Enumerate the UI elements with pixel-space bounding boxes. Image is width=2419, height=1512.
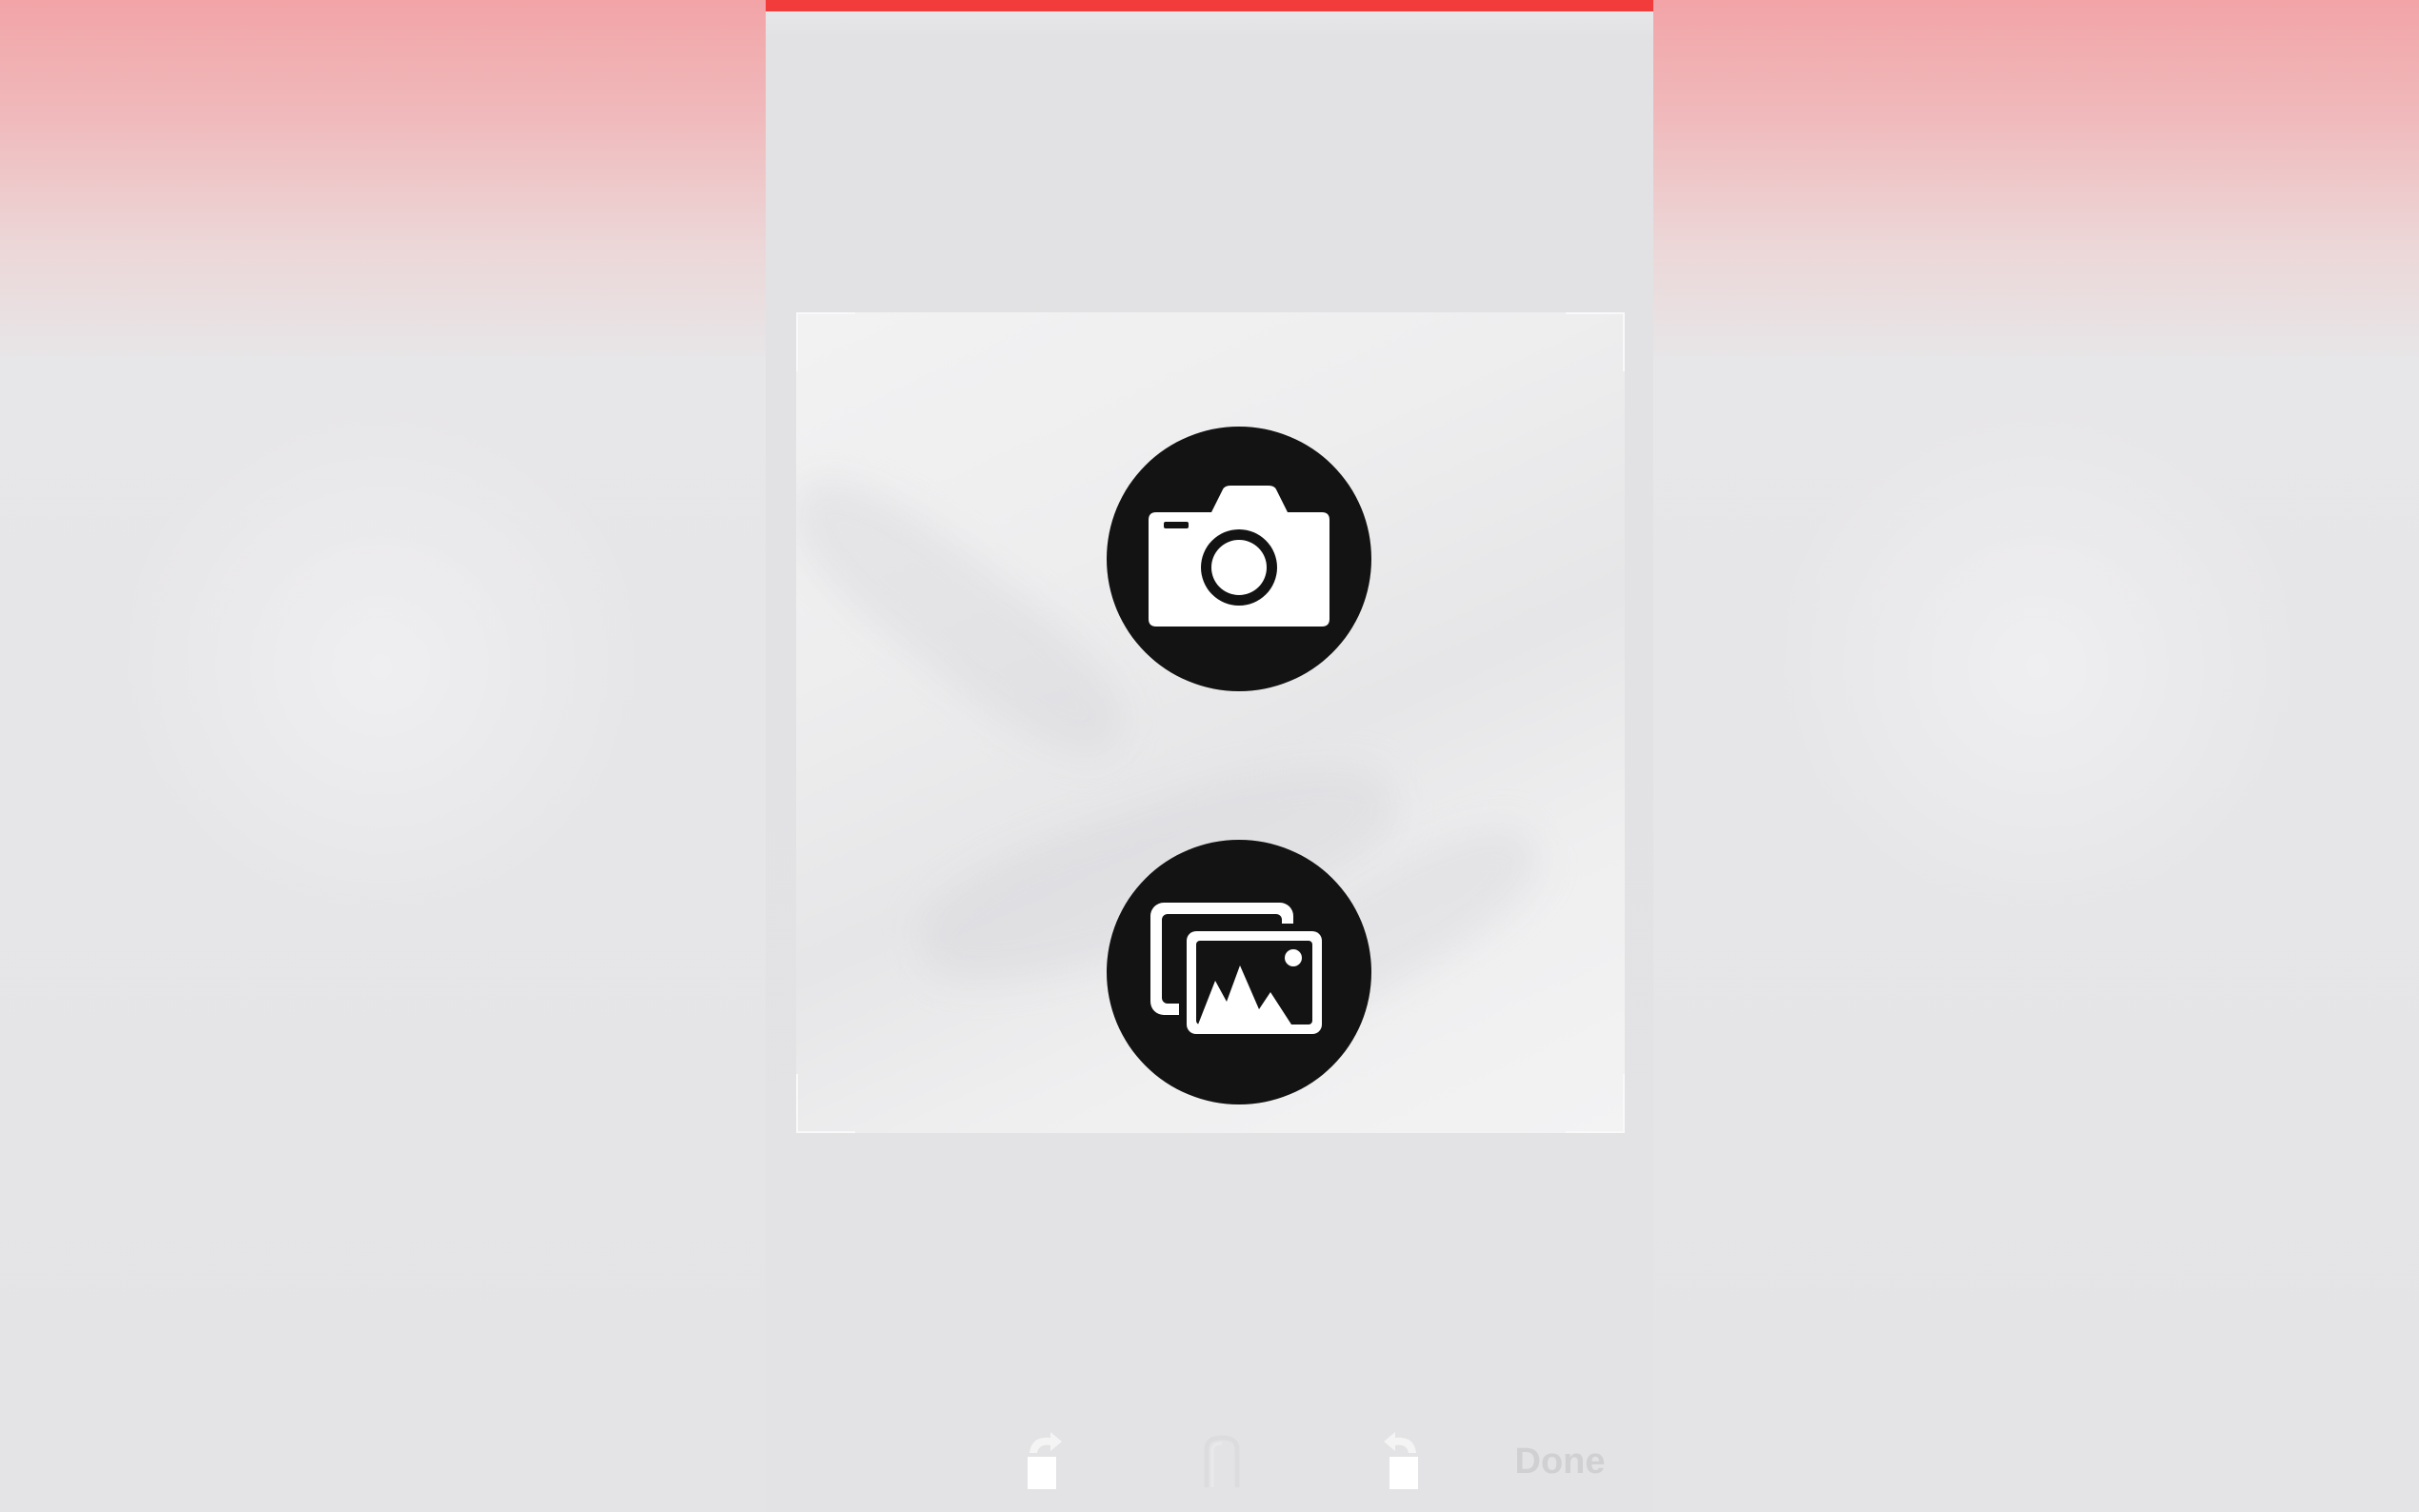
bottom-toolbar: Done xyxy=(766,1419,1653,1504)
photo-texture xyxy=(796,448,1151,786)
rotate-left-button[interactable] xyxy=(1013,1419,1080,1504)
background-glow-left xyxy=(114,400,648,933)
camera-icon xyxy=(1149,486,1329,627)
reset-button[interactable] xyxy=(1189,1419,1255,1504)
gallery-button[interactable] xyxy=(1107,840,1371,1104)
crop-handle-top-right[interactable] xyxy=(1566,312,1625,371)
rotate-right-button[interactable] xyxy=(1366,1419,1432,1504)
crop-handle-bottom-right[interactable] xyxy=(1566,1074,1625,1133)
rotate-right-icon xyxy=(1384,1432,1418,1489)
done-button[interactable]: Done xyxy=(1493,1419,1627,1504)
rotate-left-icon xyxy=(1028,1432,1062,1489)
camera-button[interactable] xyxy=(1107,427,1371,691)
crop-handle-top-left[interactable] xyxy=(796,312,855,371)
app-screen: Done xyxy=(766,0,1653,1512)
done-label: Done xyxy=(1514,1441,1606,1482)
crop-handle-bottom-left[interactable] xyxy=(796,1074,855,1133)
crop-area[interactable] xyxy=(796,312,1625,1133)
cancel-button[interactable] xyxy=(823,1419,966,1504)
background-glow-right xyxy=(1771,400,2305,933)
photo-gallery-icon xyxy=(1150,903,1329,1042)
screen-background: Done xyxy=(0,0,2419,1512)
accent-top-bar xyxy=(766,0,1653,11)
reset-icon xyxy=(1204,1435,1240,1487)
